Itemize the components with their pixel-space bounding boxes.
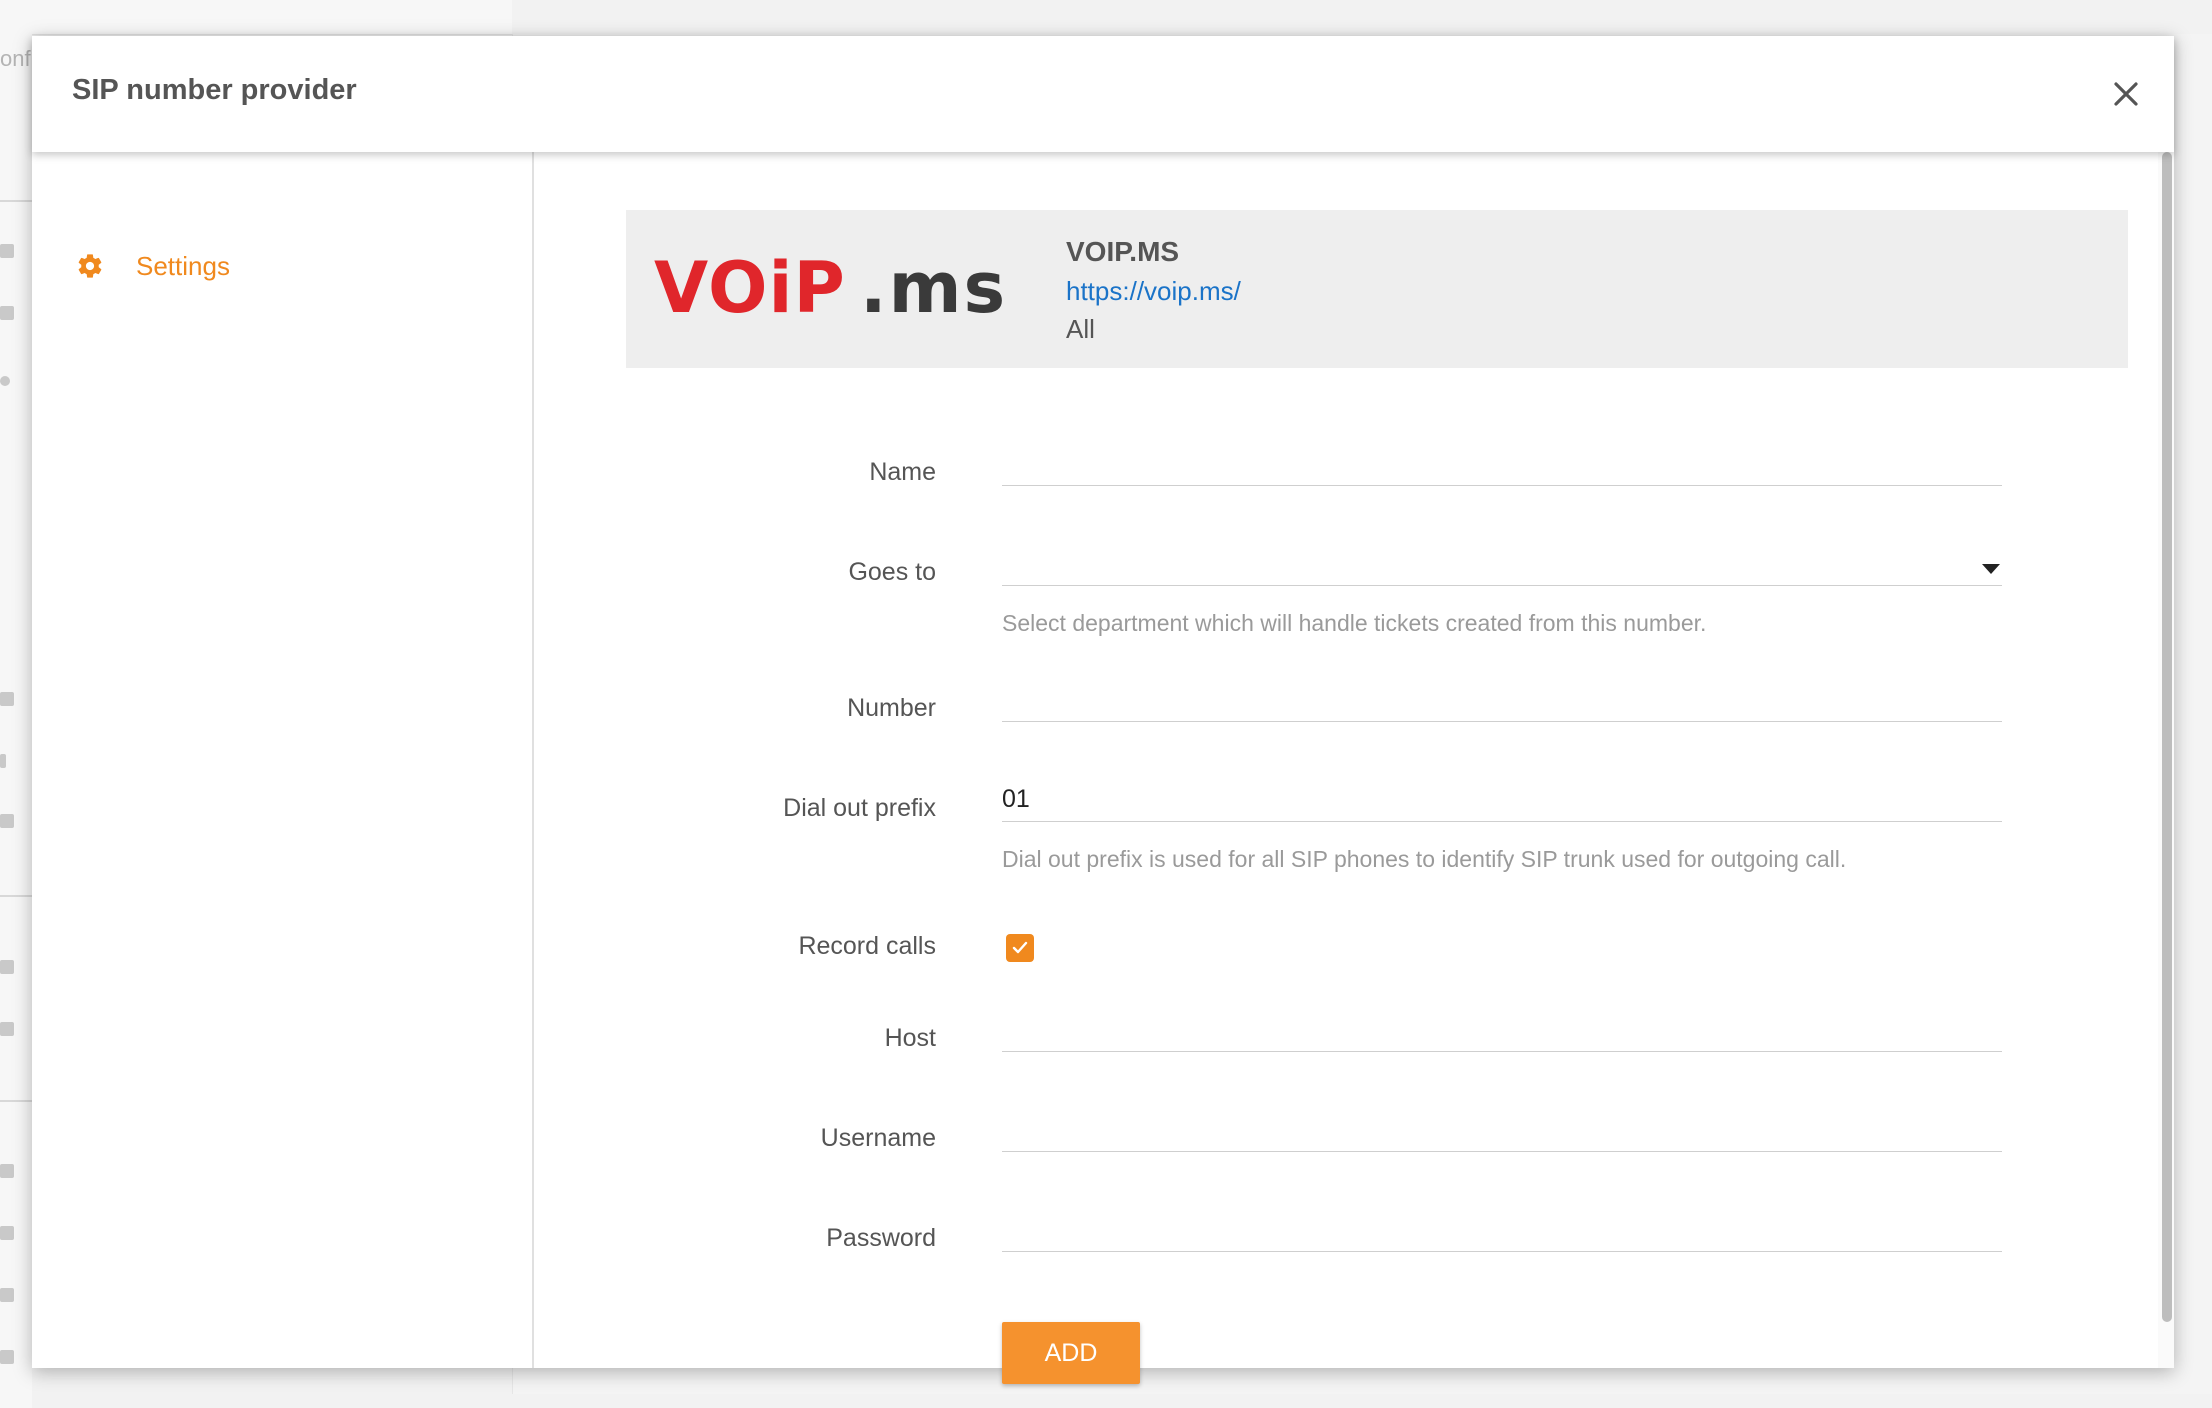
background-video-icon <box>0 306 14 320</box>
sidebar-item-settings[interactable]: Settings <box>76 246 230 286</box>
background-top-bar <box>32 0 512 35</box>
add-button[interactable]: ADD <box>1002 1322 1140 1384</box>
dialog-title: SIP number provider <box>72 74 357 106</box>
record-calls-checkbox[interactable] <box>1006 934 1034 962</box>
checkmark-icon <box>1012 941 1028 954</box>
background-facebook-icon <box>0 754 6 768</box>
record-calls-label: Record calls <box>798 932 936 960</box>
goes-to-hint: Select department which will handle tick… <box>1002 610 1707 636</box>
dialog-content: VOiP .ms VOIP.MS https://voip.ms/ All Na… <box>534 152 2174 1384</box>
password-field[interactable] <box>1002 1208 2002 1252</box>
provider-url-link[interactable]: https://voip.ms/ <box>1066 276 1241 307</box>
background-phone-icon <box>0 376 10 386</box>
logo-text-red: VOiP <box>654 252 846 322</box>
background-divider <box>0 1100 32 1102</box>
dial-out-prefix-label: Dial out prefix <box>783 794 936 822</box>
close-button[interactable] <box>2106 74 2146 114</box>
background-twitter-icon <box>0 814 14 828</box>
username-label: Username <box>820 1124 936 1152</box>
background-divider <box>0 200 32 202</box>
host-field[interactable] <box>1002 1008 2002 1052</box>
provider-logo: VOiP .ms <box>654 252 1007 322</box>
number-label: Number <box>847 694 936 722</box>
background-shield-icon <box>0 1226 14 1240</box>
background-divider <box>0 895 32 897</box>
background-card-icon <box>0 1022 14 1036</box>
background-text-fragment: onfi <box>0 46 36 71</box>
scrollbar[interactable] <box>2158 152 2174 1368</box>
sip-provider-dialog: SIP number provider Settings VOiP .ms VO… <box>32 36 2174 1384</box>
username-field[interactable] <box>1002 1108 2002 1152</box>
provider-region: All <box>1066 314 1095 344</box>
logo-text-dark: .ms <box>860 252 1007 322</box>
chevron-down-icon <box>1982 564 2000 574</box>
name-label: Name <box>869 458 936 486</box>
dialog-sidebar: Settings <box>32 152 534 1368</box>
close-icon <box>2114 82 2138 106</box>
password-label: Password <box>826 1224 936 1252</box>
dialog-header: SIP number provider <box>32 36 2174 152</box>
scrollbar-thumb[interactable] <box>2162 152 2172 1322</box>
provider-name: VOIP.MS <box>1066 236 1180 267</box>
gear-icon <box>78 254 102 278</box>
sidebar-item-label: Settings <box>136 250 230 281</box>
provider-card: VOiP .ms VOIP.MS https://voip.ms/ All <box>626 210 2128 368</box>
background-folder-icon <box>0 244 14 258</box>
background-refresh-icon <box>0 1288 14 1302</box>
host-label: Host <box>884 1024 936 1052</box>
background-users-icon <box>0 960 14 974</box>
background-slack-icon <box>0 692 14 706</box>
name-field[interactable] <box>1002 442 2002 486</box>
goes-to-label: Goes to <box>848 558 936 586</box>
background-wrench-icon <box>0 1350 14 1364</box>
dial-out-prefix-field[interactable] <box>1002 778 2002 822</box>
dial-out-prefix-hint: Dial out prefix is used for all SIP phon… <box>1002 846 1847 872</box>
number-field[interactable] <box>1002 678 2002 722</box>
background-gear-icon <box>0 1164 14 1178</box>
goes-to-select[interactable] <box>1002 542 2002 586</box>
